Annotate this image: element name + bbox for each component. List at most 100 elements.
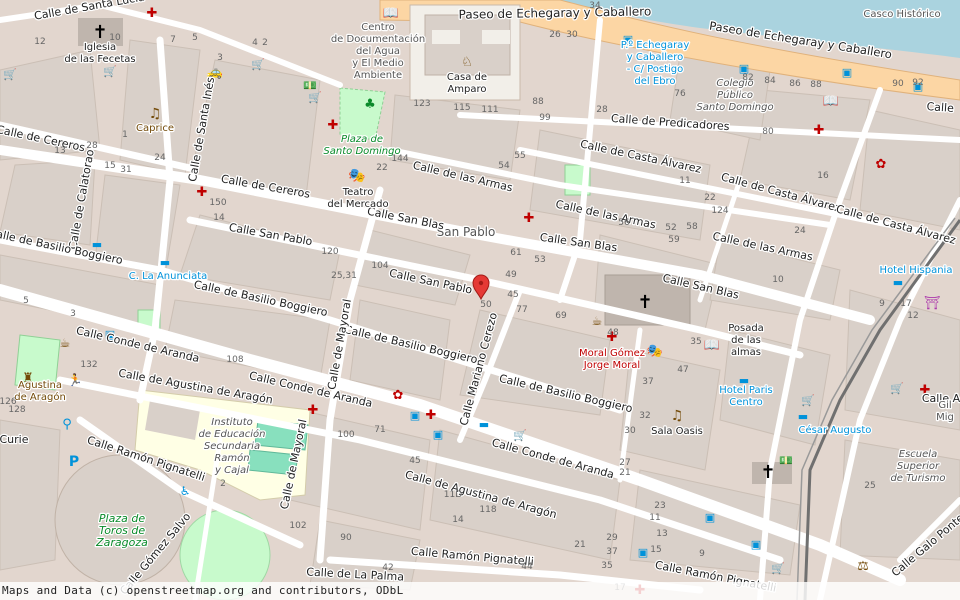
library-icon: 📖 — [383, 6, 399, 21]
street-label: Calle — [926, 100, 954, 115]
house-number: 2 — [262, 38, 268, 48]
cafe-icon: ☕ — [592, 314, 603, 328]
place-label: Hotel Hispania — [880, 265, 953, 276]
house-number: 32 — [639, 411, 650, 421]
toilets-icon: ⛩ — [924, 295, 941, 311]
house-number: 28 — [596, 105, 608, 115]
shop-icon: 🛒 — [771, 562, 785, 575]
bus-stop-icon: ▣ — [705, 511, 715, 524]
place-label: Gil Mig — [936, 400, 954, 423]
map-view[interactable]: ✝ ✝ ✝ 🎭 🎭 ♫ ♫ ✚ ✚ ✚ ✚ ✚ ✚ ✚ ✚ ✚ ✚ ▣ ▣ ▣ … — [0, 0, 960, 600]
library-icon: 📖 — [823, 94, 839, 109]
house-number: 77 — [516, 305, 527, 315]
money-icon: 💵 — [779, 454, 793, 467]
house-number: 11 — [649, 513, 660, 523]
street-label: San Pablo — [437, 225, 496, 239]
house-number: 88 — [532, 97, 544, 107]
house-number: 100 — [337, 430, 354, 440]
library-icon: 📖 — [704, 338, 720, 353]
house-number: 28 — [86, 141, 98, 151]
house-number: 52 — [665, 223, 676, 233]
house-number: 90 — [340, 533, 352, 543]
pharmacy-icon: ✚ — [308, 403, 319, 418]
map-attribution[interactable]: Maps and Data (c) openstreetmap.org and … — [0, 582, 960, 600]
house-number: 50 — [480, 300, 492, 310]
house-number: 76 — [674, 89, 686, 99]
house-number: 22 — [704, 193, 715, 203]
house-number: 69 — [555, 311, 567, 321]
house-number: 31 — [120, 165, 131, 175]
shop-icon: 🛒 — [251, 58, 265, 71]
place-label: C. La Anunciata — [129, 271, 208, 282]
house-number: 10 — [109, 33, 121, 43]
house-number: 123 — [413, 99, 430, 109]
house-number: 35 — [690, 337, 701, 347]
vet-icon: ✿ — [393, 388, 404, 403]
house-number: 144 — [391, 154, 408, 164]
pharmacy-icon: ✚ — [197, 185, 208, 200]
house-number: 3 — [70, 309, 76, 319]
bus-stop-icon: ▣ — [433, 428, 443, 441]
house-number: 118 — [479, 505, 496, 515]
pharmacy-icon: ✚ — [328, 118, 339, 133]
house-number: 24 — [154, 153, 166, 163]
house-number: 11D — [444, 490, 462, 500]
house-number: 108 — [226, 355, 243, 365]
shop-icon: 🛒 — [801, 394, 815, 407]
house-number: 21 — [619, 468, 630, 478]
house-number: 37 — [606, 547, 617, 557]
church-icon: ✝ — [760, 462, 775, 483]
house-number: 48 — [607, 328, 619, 338]
music-icon: ♫ — [149, 106, 162, 122]
house-number: 15 — [650, 545, 661, 555]
theatre-icon: 🎭 — [348, 168, 365, 184]
house-number: 14 — [213, 213, 225, 223]
house-number: 24 — [794, 226, 806, 236]
house-number: 5 — [23, 296, 29, 306]
house-number: 25,31 — [331, 271, 357, 281]
place-label: Casco Histórico — [863, 8, 940, 20]
court-icon: ⚖ — [857, 559, 869, 574]
place-label: César Augusto — [799, 424, 872, 436]
house-number: 115 — [453, 103, 470, 113]
house-number: 124 — [711, 206, 728, 216]
house-number: 47 — [677, 365, 688, 375]
house-number: 92 — [912, 78, 923, 88]
house-number: 26 — [549, 30, 561, 40]
house-number: 42 — [382, 563, 393, 573]
church-icon: ✝ — [637, 292, 652, 313]
bus-stop-icon: ▣ — [410, 409, 420, 422]
house-number: 56 — [618, 218, 630, 228]
hotel-icon: ▬ — [160, 256, 170, 269]
house-number: 34 — [589, 1, 601, 11]
place-label: Caprice — [136, 123, 174, 134]
house-number: 61 — [510, 248, 521, 258]
shop-icon: 🛒 — [103, 65, 117, 78]
house-number: 1 — [122, 130, 128, 140]
house-number: 80 — [762, 127, 774, 137]
money-icon: 💵 — [303, 79, 317, 92]
vet-icon: ✿ — [876, 157, 887, 172]
house-number: 82 — [742, 73, 753, 83]
house-number: 71 — [374, 425, 385, 435]
pharmacy-icon: ✚ — [524, 211, 535, 226]
house-number: 15 — [104, 161, 115, 171]
church-icon: ✝ — [92, 22, 107, 43]
house-number: 45 — [409, 456, 420, 466]
playground-icon: ♣ — [364, 97, 376, 112]
pharmacy-icon: ✚ — [814, 123, 825, 138]
map-canvas[interactable]: ✝ ✝ ✝ 🎭 🎭 ♫ ♫ ✚ ✚ ✚ ✚ ✚ ✚ ✚ ✚ ✚ ✚ ▣ ▣ ▣ … — [0, 0, 960, 600]
shop-icon: 🛒 — [513, 429, 527, 442]
parking-icon: P — [69, 454, 79, 470]
shop-icon: 🛒 — [890, 382, 904, 395]
bike-icon: ⚲ — [62, 417, 72, 432]
house-number: 54 — [498, 161, 510, 171]
house-number: 150 — [209, 198, 226, 208]
shop-icon: 🛒 — [3, 68, 17, 81]
pharmacy-icon: ✚ — [426, 408, 437, 423]
house-number: 22 — [376, 163, 387, 173]
house-number: 13 — [54, 146, 65, 156]
house-number: 12 — [34, 37, 45, 47]
house-number: 9 — [879, 299, 885, 309]
house-number: 120 — [321, 247, 338, 257]
